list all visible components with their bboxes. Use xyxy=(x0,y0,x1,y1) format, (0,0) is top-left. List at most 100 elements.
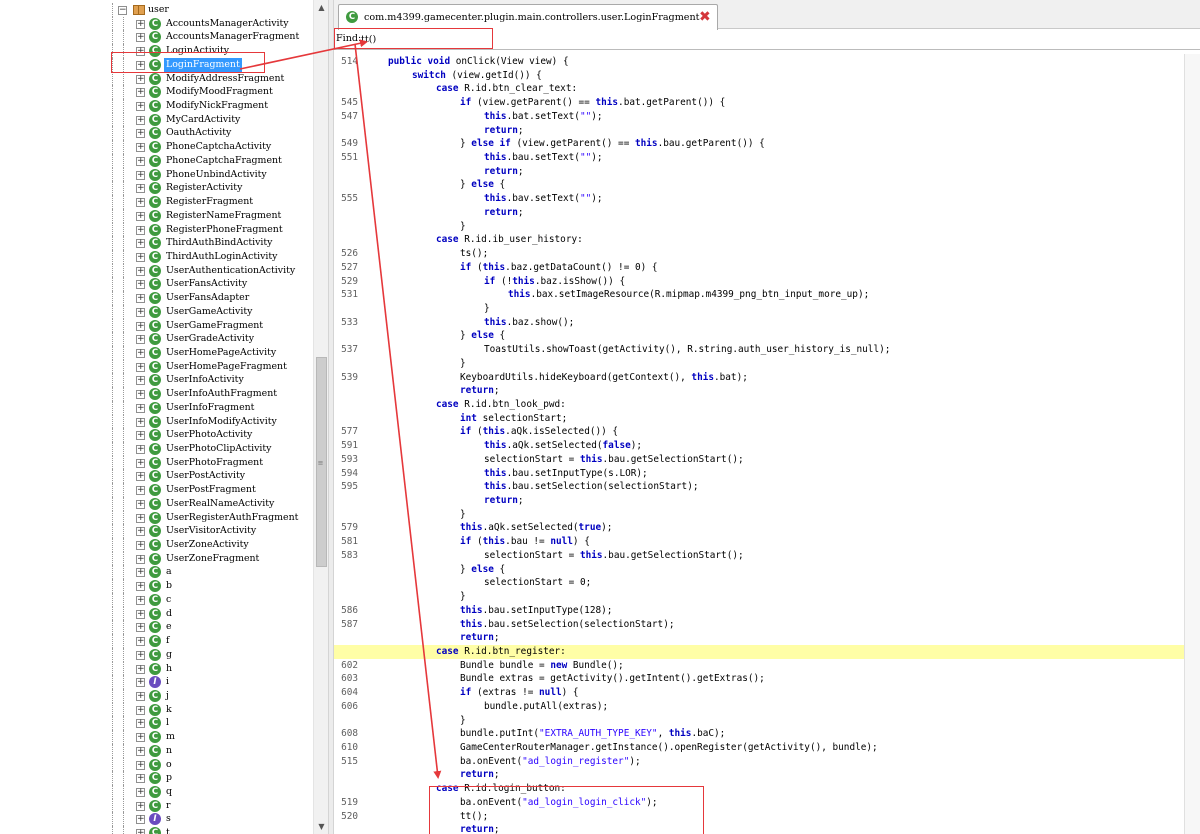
tree-item[interactable]: + C UserFansAdapter xyxy=(0,291,313,305)
expand-toggle-icon[interactable]: + xyxy=(136,19,145,29)
expand-toggle-icon[interactable]: + xyxy=(136,733,145,743)
expand-toggle-icon[interactable]: + xyxy=(136,760,145,770)
tree-item[interactable]: + C UserRegisterAuthFragment xyxy=(0,510,313,525)
expand-toggle-icon[interactable]: + xyxy=(136,527,145,537)
tree-item[interactable]: + C MyCardActivity xyxy=(0,112,313,127)
tree-item[interactable]: + C UserVisitorActivity xyxy=(0,524,313,539)
expand-toggle-icon[interactable]: + xyxy=(136,650,145,660)
expand-toggle-icon[interactable]: + xyxy=(136,499,145,509)
tree-item[interactable]: + C AccountsManagerFragment xyxy=(0,30,313,45)
tree-item[interactable]: + C UserInfoActivity xyxy=(0,373,313,388)
expand-toggle-icon[interactable]: + xyxy=(136,623,145,633)
expand-toggle-icon[interactable]: + xyxy=(136,403,145,413)
expand-toggle-icon[interactable]: + xyxy=(136,156,145,166)
expand-toggle-icon[interactable]: + xyxy=(136,417,145,427)
tree-item[interactable]: + C LoginActivity xyxy=(0,44,313,58)
expand-toggle-icon[interactable]: + xyxy=(136,678,145,688)
tree-item[interactable]: + Cm xyxy=(0,730,313,744)
expand-toggle-icon[interactable]: + xyxy=(136,486,145,496)
tree-item[interactable]: + C UserRealNameActivity xyxy=(0,496,313,511)
tree-item[interactable]: + C RegisterPhoneFragment xyxy=(0,222,313,237)
expand-toggle-icon[interactable]: + xyxy=(136,815,145,825)
expand-toggle-icon[interactable]: + xyxy=(136,787,145,797)
tree-item[interactable]: + C UserHomePageFragment xyxy=(0,359,313,374)
tree-item[interactable]: + C UserPostActivity xyxy=(0,469,313,484)
tree-item[interactable]: + C UserInfoAuthFragment xyxy=(0,387,313,401)
expand-toggle-icon[interactable]: + xyxy=(136,88,145,98)
tree-item[interactable]: + C UserZoneFragment xyxy=(0,551,313,566)
expand-toggle-icon[interactable]: + xyxy=(136,198,145,208)
tree-package-row[interactable]: − user xyxy=(0,3,313,17)
expand-toggle-icon[interactable]: + xyxy=(136,595,145,605)
tree-item[interactable]: + Cf xyxy=(0,634,313,648)
tree-item[interactable]: + C UserPhotoActivity xyxy=(0,428,313,442)
tree-item[interactable]: + C ThirdAuthBindActivity xyxy=(0,236,313,250)
tree-item[interactable]: + C OauthActivity xyxy=(0,126,313,141)
expand-toggle-icon[interactable]: + xyxy=(136,33,145,43)
tree-item[interactable]: + C UserFansActivity xyxy=(0,277,313,292)
expand-toggle-icon[interactable]: + xyxy=(136,47,145,57)
expand-toggle-icon[interactable]: + xyxy=(136,252,145,262)
expand-toggle-icon[interactable]: + xyxy=(136,321,145,331)
tree-item[interactable]: + C AccountsManagerActivity xyxy=(0,16,313,31)
tree-item[interactable]: + Ch xyxy=(0,661,313,676)
expand-toggle-icon[interactable]: + xyxy=(136,184,145,194)
expand-toggle-icon[interactable]: + xyxy=(136,445,145,454)
tree-item[interactable]: + C PhoneCaptchaFragment xyxy=(0,153,313,168)
expand-toggle-icon[interactable]: + xyxy=(136,307,145,317)
tree-item[interactable]: + C ModifyAddressFragment xyxy=(0,71,313,86)
expand-toggle-icon[interactable]: + xyxy=(136,294,145,304)
expand-toggle-icon[interactable]: + xyxy=(136,568,145,578)
tree-item[interactable]: + C RegisterFragment xyxy=(0,195,313,209)
tree-item[interactable]: + C RegisterNameFragment xyxy=(0,208,313,223)
tree-item[interactable]: + C UserZoneActivity xyxy=(0,538,313,552)
expand-toggle-icon[interactable]: + xyxy=(136,102,145,112)
tree-item[interactable]: + C UserGradeActivity xyxy=(0,332,313,346)
expand-toggle-icon[interactable]: + xyxy=(136,280,145,290)
tree-item[interactable]: + Cc xyxy=(0,592,313,607)
expand-toggle-icon[interactable]: + xyxy=(136,541,145,551)
expand-toggle-icon[interactable]: + xyxy=(136,170,145,180)
scroll-up-arrow-icon[interactable]: ▲ xyxy=(314,0,329,15)
tree-item[interactable]: + Cj xyxy=(0,688,313,703)
tree-item[interactable]: + Cq xyxy=(0,784,313,799)
find-input[interactable] xyxy=(360,32,520,47)
tree-item[interactable]: + C PhoneUnbindActivity xyxy=(0,167,313,182)
expand-toggle-icon[interactable]: + xyxy=(136,513,145,523)
tree-item[interactable]: + C ThirdAuthLoginActivity xyxy=(0,249,313,264)
expand-toggle-icon[interactable]: + xyxy=(136,74,145,84)
expand-toggle-icon[interactable]: + xyxy=(136,801,145,811)
tree-item[interactable]: + C LoginFragment xyxy=(0,57,313,72)
tree-item[interactable]: + C UserHomePageActivity xyxy=(0,345,313,360)
tree-item[interactable]: + Cn xyxy=(0,743,313,758)
expand-toggle-icon[interactable]: + xyxy=(136,458,145,468)
tree-item[interactable]: + Ca xyxy=(0,565,313,580)
tree-item[interactable]: + C RegisterActivity xyxy=(0,181,313,196)
tree-item[interactable]: + Cl xyxy=(0,716,313,731)
collapse-toggle-icon[interactable]: − xyxy=(118,6,127,15)
tree-item[interactable]: + C UserPhotoClipActivity xyxy=(0,442,313,456)
expand-toggle-icon[interactable]: + xyxy=(136,225,145,235)
expand-toggle-icon[interactable]: + xyxy=(136,115,145,125)
tree-item[interactable]: + Ii xyxy=(0,675,313,689)
tree-item[interactable]: + Co xyxy=(0,757,313,772)
expand-toggle-icon[interactable]: + xyxy=(136,637,145,647)
tree-item[interactable]: + Cp xyxy=(0,771,313,785)
tree-item[interactable]: + Cb xyxy=(0,579,313,593)
tree-item[interactable]: + Ct xyxy=(0,826,313,834)
tree-item[interactable]: + Cr xyxy=(0,798,313,813)
expand-toggle-icon[interactable]: + xyxy=(136,431,145,441)
tree-item[interactable]: + Cg xyxy=(0,647,313,662)
expand-toggle-icon[interactable]: + xyxy=(136,472,145,482)
tree-item[interactable]: + C UserGameFragment xyxy=(0,318,313,333)
expand-toggle-icon[interactable]: + xyxy=(136,348,145,358)
expand-toggle-icon[interactable]: + xyxy=(136,335,145,345)
expand-toggle-icon[interactable]: + xyxy=(136,143,145,153)
expand-toggle-icon[interactable]: + xyxy=(136,774,145,784)
editor-tab[interactable]: C com.m4399.gamecenter.plugin.main.contr… xyxy=(338,4,718,30)
tree-item[interactable]: + C UserAuthenticationActivity xyxy=(0,263,313,278)
close-tab-icon[interactable]: ✖ xyxy=(699,9,711,25)
expand-toggle-icon[interactable]: + xyxy=(136,719,145,729)
expand-toggle-icon[interactable]: + xyxy=(136,129,145,139)
expand-toggle-icon[interactable]: + xyxy=(136,582,145,592)
